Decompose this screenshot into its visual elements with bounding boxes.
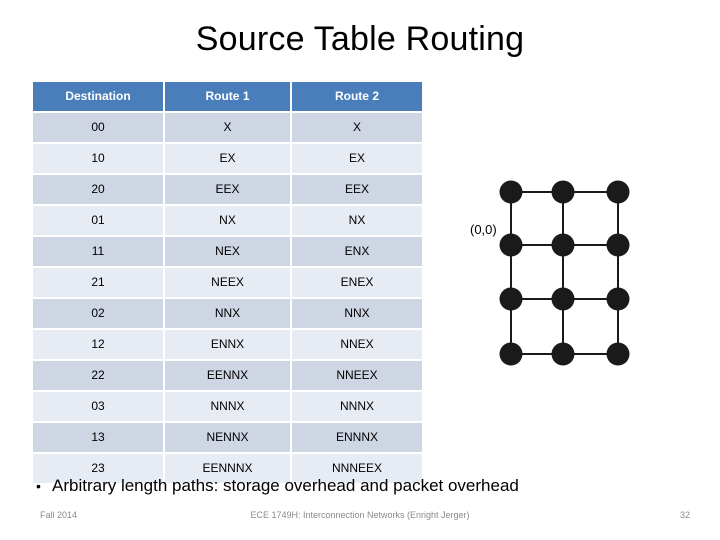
cell-route-1: EEX <box>165 175 292 206</box>
cell-route-1: NNNX <box>165 392 292 423</box>
table-row: 02 NNX NNX <box>33 299 422 330</box>
cell-destination: 03 <box>33 392 165 423</box>
cell-route-1: NX <box>165 206 292 237</box>
footer-course: ECE 1749H: Interconnection Networks (Enr… <box>250 510 470 520</box>
cell-route-1: NNX <box>165 299 292 330</box>
table-row: 01 NX NX <box>33 206 422 237</box>
mesh-node <box>499 287 523 311</box>
cell-route-2: NNEX <box>292 330 422 361</box>
cell-destination: 12 <box>33 330 165 361</box>
cell-destination: 00 <box>33 113 165 144</box>
mesh-node <box>551 342 575 366</box>
bullet-marker-icon: • <box>36 478 41 494</box>
cell-route-1: EENNX <box>165 361 292 392</box>
mesh-node <box>606 287 630 311</box>
cell-destination: 02 <box>33 299 165 330</box>
bullet-item: • Arbitrary length paths: storage overhea… <box>36 474 686 498</box>
footer-page-number: 32 <box>679 510 690 520</box>
cell-route-2: NNEEX <box>292 361 422 392</box>
mesh-network-svg <box>499 180 630 366</box>
table-row: 21 NEEX ENEX <box>33 268 422 299</box>
table-row: 11 NEX ENX <box>33 237 422 268</box>
slide-footer: Fall 2014 ECE 1749H: Interconnection Net… <box>0 508 720 528</box>
cell-route-1: NEX <box>165 237 292 268</box>
cell-destination: 13 <box>33 423 165 454</box>
table-header: Destination Route 1 Route 2 <box>33 82 422 113</box>
column-header-destination: Destination <box>33 82 165 113</box>
cell-destination: 10 <box>33 144 165 175</box>
cell-destination: 01 <box>33 206 165 237</box>
table-row: 12 ENNX NNEX <box>33 330 422 361</box>
origin-coordinate-label: (0,0) <box>470 222 497 237</box>
mesh-node <box>551 287 575 311</box>
cell-route-1: NEEX <box>165 268 292 299</box>
table-row: 20 EEX EEX <box>33 175 422 206</box>
page-title: Source Table Routing <box>195 20 525 58</box>
cell-route-1: ENNX <box>165 330 292 361</box>
mesh-network-diagram: (0,0) <box>460 165 660 390</box>
table-header-row: Destination Route 1 Route 2 <box>33 82 422 113</box>
cell-route-1: X <box>165 113 292 144</box>
cell-route-2: EEX <box>292 175 422 206</box>
column-header-route-2: Route 2 <box>292 82 422 113</box>
cell-route-2: ENNNX <box>292 423 422 454</box>
mesh-node <box>606 233 630 257</box>
slide-canvas: Source Table Routing Destination Route 1… <box>0 0 720 540</box>
table-body: 00 X X 10 EX EX 20 EEX EEX 01 NX NX 11 N <box>33 113 422 483</box>
table-row: 22 EENNX NNEEX <box>33 361 422 392</box>
cell-destination: 20 <box>33 175 165 206</box>
bullet-text: Arbitrary length paths: storage overhead… <box>52 476 519 495</box>
cell-route-2: ENX <box>292 237 422 268</box>
cell-destination: 22 <box>33 361 165 392</box>
mesh-node <box>606 180 630 204</box>
cell-destination: 21 <box>33 268 165 299</box>
column-header-route-1: Route 1 <box>165 82 292 113</box>
mesh-node <box>499 180 523 204</box>
mesh-nodes <box>499 180 630 366</box>
mesh-links <box>510 191 619 355</box>
cell-route-1: EX <box>165 144 292 175</box>
table-row: 13 NENNX ENNNX <box>33 423 422 454</box>
mesh-node <box>551 233 575 257</box>
mesh-node <box>606 342 630 366</box>
mesh-node <box>499 233 523 257</box>
cell-destination: 11 <box>33 237 165 268</box>
cell-route-2: EX <box>292 144 422 175</box>
table-row: 00 X X <box>33 113 422 144</box>
mesh-node <box>551 180 575 204</box>
source-routing-table: Destination Route 1 Route 2 00 X X 10 EX… <box>33 82 422 483</box>
cell-route-2: NX <box>292 206 422 237</box>
cell-route-2: X <box>292 113 422 144</box>
table-row: 10 EX EX <box>33 144 422 175</box>
cell-route-1: NENNX <box>165 423 292 454</box>
table-row: 03 NNNX NNNX <box>33 392 422 423</box>
cell-route-2: ENEX <box>292 268 422 299</box>
cell-route-2: NNNX <box>292 392 422 423</box>
mesh-node <box>499 342 523 366</box>
cell-route-2: NNX <box>292 299 422 330</box>
